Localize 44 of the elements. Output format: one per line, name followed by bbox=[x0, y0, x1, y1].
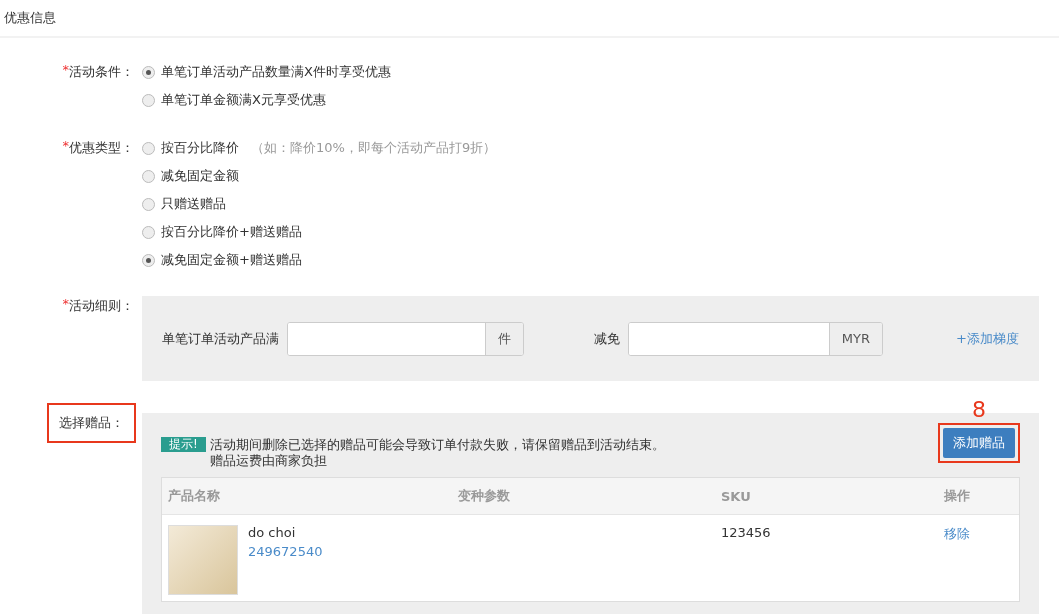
unit-label: 件 bbox=[485, 322, 523, 355]
quantity-input-field[interactable]: 件 bbox=[287, 321, 524, 356]
required-mark: * bbox=[62, 62, 69, 77]
option-label: 减免固定金额 bbox=[161, 167, 239, 185]
section-title: 优惠信息 bbox=[4, 9, 56, 27]
required-mark: * bbox=[62, 296, 69, 311]
sku-cell: 123456 bbox=[721, 525, 771, 540]
radio-button[interactable] bbox=[142, 65, 155, 79]
required-mark: * bbox=[62, 138, 69, 153]
column-header: 产品名称 bbox=[168, 487, 221, 505]
tip-text: 赠品运费由商家负担 bbox=[209, 453, 328, 469]
option-label: 减免固定金额+赠送赠品 bbox=[161, 251, 302, 269]
option-label: 按百分比降价 bbox=[161, 139, 239, 157]
field-label: 选择赠品： bbox=[47, 403, 136, 443]
field-label: 单笔订单活动产品满 bbox=[162, 329, 279, 348]
remove-link[interactable]: 移除 bbox=[944, 526, 970, 541]
option-label: 只赠送赠品 bbox=[161, 195, 226, 213]
option-label: 单笔订单活动产品数量满X件时享受优惠 bbox=[161, 63, 391, 81]
tip-text: 活动期间删除已选择的赠品可能会导致订单付款失败，请保留赠品到活动结束。 bbox=[209, 437, 665, 453]
option-hint: （如：降价10%，即每个活动产品打9折） bbox=[251, 139, 497, 157]
field-label: 活动细则： bbox=[69, 297, 134, 315]
field-label: 优惠类型： bbox=[69, 139, 134, 157]
field-label: 活动条件： bbox=[69, 63, 134, 81]
unit-label: MYR bbox=[828, 322, 882, 355]
add-tier-link[interactable]: +添加梯度 bbox=[956, 329, 1019, 348]
annotation-number: 8 bbox=[972, 397, 986, 423]
radio-button[interactable] bbox=[142, 141, 155, 155]
amount-input-field[interactable]: MYR bbox=[628, 321, 883, 356]
column-header: 变种参数 bbox=[458, 487, 511, 505]
radio-button[interactable] bbox=[142, 253, 155, 267]
radio-button[interactable] bbox=[142, 93, 155, 107]
radio-button[interactable] bbox=[142, 169, 155, 183]
tip-badge: 提示! bbox=[161, 437, 206, 452]
radio-button[interactable] bbox=[142, 225, 155, 239]
photo-placeholder bbox=[168, 525, 238, 595]
column-header: SKU bbox=[721, 488, 752, 504]
product-id-link[interactable]: 249672540 bbox=[248, 544, 323, 559]
field-label: 减免 bbox=[594, 329, 620, 348]
add-gift-button[interactable]: 添加赠品 bbox=[943, 428, 1015, 458]
radio-button[interactable] bbox=[142, 197, 155, 211]
column-header: 操作 bbox=[944, 487, 971, 505]
option-label: 单笔订单金额满X元享受优惠 bbox=[161, 91, 326, 109]
product-name: do choi bbox=[248, 525, 297, 540]
option-label: 按百分比降价+赠送赠品 bbox=[161, 223, 302, 241]
